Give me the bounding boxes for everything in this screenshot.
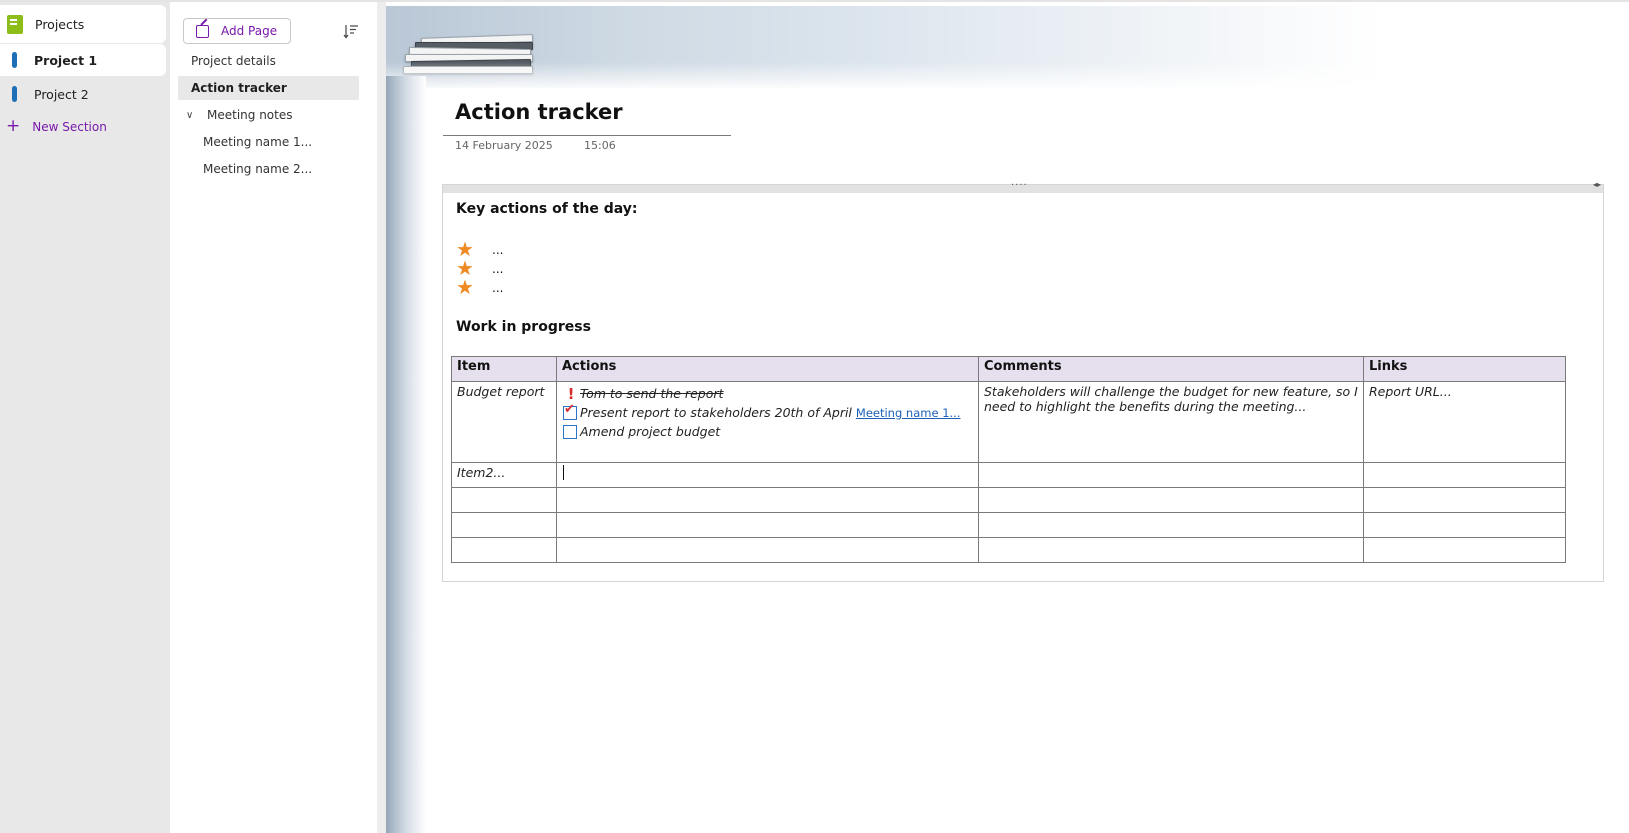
- action-item-checked[interactable]: Present report to stakeholders 20th of A…: [562, 402, 973, 422]
- action-text: Present report to stakeholders 20th of A…: [580, 405, 852, 420]
- title-divider: [443, 135, 731, 136]
- checkbox-checked-icon[interactable]: [563, 402, 577, 420]
- section-tab-icon: [12, 86, 17, 102]
- star-icon: ★: [456, 275, 474, 299]
- table-cell-links[interactable]: Report URL...: [1363, 381, 1566, 463]
- container-move-handle[interactable]: ···· ◂▸: [443, 180, 1603, 193]
- plus-icon: +: [6, 116, 21, 136]
- page-date: 14 February 2025: [455, 139, 553, 152]
- page-time: 15:06: [584, 139, 616, 152]
- table-cell-item[interactable]: Item2...: [451, 462, 557, 488]
- table-cell-comments[interactable]: [978, 537, 1364, 563]
- key-action-item[interactable]: ★ ...: [456, 275, 504, 299]
- section-pane: Projects Project 1 Project 2 + New Secti…: [0, 2, 170, 833]
- table-header-actions[interactable]: Actions: [556, 356, 979, 382]
- note-container[interactable]: ···· ◂▸ Key actions of the day: ★ ... ★ …: [442, 180, 1604, 582]
- text-cursor: [563, 465, 564, 480]
- new-section-label: New Section: [32, 119, 107, 134]
- page-item-project-details[interactable]: Project details: [178, 49, 359, 73]
- table-cell-links[interactable]: [1363, 462, 1566, 488]
- key-action-text: ...: [492, 261, 504, 276]
- table-row: Budget report ! Tom to send the report P…: [451, 381, 1566, 463]
- section-item-project-1[interactable]: Project 1: [0, 44, 166, 76]
- notebook-title: Projects: [35, 16, 85, 32]
- table-cell-comments[interactable]: [978, 487, 1364, 513]
- add-page-label: Add Page: [221, 24, 278, 38]
- new-section-button[interactable]: + New Section: [6, 118, 107, 135]
- exclamation-icon: !: [567, 384, 575, 403]
- table-cell-item[interactable]: [451, 537, 557, 563]
- page-item-meeting-notes[interactable]: ∨ Meeting notes: [178, 103, 359, 127]
- page-item-action-tracker[interactable]: Action tracker: [178, 76, 359, 100]
- table-row: [451, 512, 1566, 538]
- page-item-meeting-name-2[interactable]: Meeting name 2...: [178, 157, 359, 181]
- table-cell-comments[interactable]: Stakeholders will challenge the budget f…: [978, 381, 1364, 463]
- table-cell-links[interactable]: [1363, 537, 1566, 563]
- checkbox-icon[interactable]: [563, 424, 577, 439]
- notebook-icon: [7, 14, 23, 34]
- action-text: Tom to send the report: [580, 386, 724, 401]
- page-banner-image: [386, 6, 1629, 88]
- pane-divider[interactable]: [377, 2, 386, 833]
- table-header-comments[interactable]: Comments: [978, 356, 1364, 382]
- table-cell-links[interactable]: [1363, 512, 1566, 538]
- page-canvas[interactable]: Action tracker 14 February 2025 15:06 ··…: [386, 6, 1629, 833]
- sort-icon[interactable]: [343, 23, 359, 39]
- table-cell-comments[interactable]: [978, 462, 1364, 488]
- table-cell-actions[interactable]: [556, 537, 979, 563]
- resize-handle-icon[interactable]: ◂▸: [1593, 180, 1601, 189]
- section-label: Project 2: [34, 86, 89, 102]
- table-cell-links[interactable]: [1363, 487, 1566, 513]
- chevron-down-icon[interactable]: ∨: [186, 110, 196, 121]
- table-header-item[interactable]: Item: [451, 356, 557, 382]
- section-tab-icon: [12, 52, 17, 68]
- table-cell-item[interactable]: [451, 487, 557, 513]
- page-title[interactable]: Action tracker: [455, 100, 623, 124]
- table-cell-actions[interactable]: [556, 512, 979, 538]
- notebook-header[interactable]: Projects: [0, 5, 166, 43]
- key-action-text: ...: [492, 280, 504, 295]
- page-item-label: Meeting name 2...: [203, 162, 313, 176]
- page-item-label: Project details: [191, 54, 276, 68]
- table-cell-item[interactable]: [451, 512, 557, 538]
- action-table: Item Actions Comments Links Budget repor…: [451, 356, 1566, 563]
- meeting-link[interactable]: Meeting name 1...: [856, 406, 961, 420]
- table-header-row: Item Actions Comments Links: [451, 356, 1566, 382]
- table-cell-comments[interactable]: [978, 512, 1364, 538]
- table-header-links[interactable]: Links: [1363, 356, 1566, 382]
- action-item-todo[interactable]: Amend project budget: [562, 422, 973, 441]
- grip-icon: ····: [1011, 180, 1028, 191]
- table-cell-actions[interactable]: ! Tom to send the report Present report …: [556, 381, 979, 463]
- action-item-important[interactable]: ! Tom to send the report: [562, 384, 973, 403]
- page-item-meeting-name-1[interactable]: Meeting name 1...: [178, 130, 359, 154]
- key-actions-heading: Key actions of the day:: [456, 201, 638, 217]
- table-cell-item[interactable]: Budget report: [451, 381, 557, 463]
- add-page-button[interactable]: Add Page: [183, 18, 291, 44]
- wip-heading: Work in progress: [456, 319, 591, 335]
- table-row: Item2...: [451, 462, 1566, 488]
- table-row: [451, 537, 1566, 563]
- table-row: [451, 487, 1566, 513]
- section-item-project-2[interactable]: Project 2: [0, 78, 166, 110]
- add-page-icon: [196, 24, 209, 38]
- action-text: Amend project budget: [580, 424, 721, 439]
- page-left-shadow: [386, 76, 426, 833]
- page-pane: Add Page Project details Action tracker …: [170, 2, 377, 833]
- key-action-text: ...: [492, 242, 504, 257]
- table-cell-actions[interactable]: [556, 487, 979, 513]
- page-item-label: Meeting notes: [207, 108, 293, 122]
- page-item-label: Action tracker: [191, 81, 287, 95]
- section-label: Project 1: [34, 52, 98, 68]
- table-cell-actions[interactable]: [556, 462, 979, 488]
- page-item-label: Meeting name 1...: [203, 135, 313, 149]
